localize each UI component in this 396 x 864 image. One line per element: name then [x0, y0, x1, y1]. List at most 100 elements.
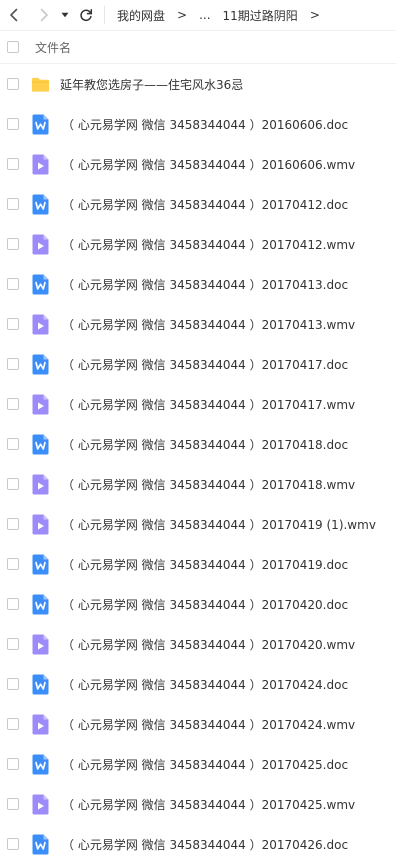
row-checkbox[interactable]: [7, 598, 19, 610]
file-name[interactable]: （ 心元易学网 微信 3458344044 ）20170420.doc: [62, 596, 348, 613]
video-file-icon: [31, 713, 50, 735]
file-name[interactable]: （ 心元易学网 微信 3458344044 ）20160606.wmv: [62, 156, 355, 173]
word-doc-icon: [31, 553, 50, 575]
caret-down-icon: [61, 12, 69, 18]
column-header-filename[interactable]: 文件名: [35, 39, 71, 56]
video-file-icon: [31, 513, 50, 535]
video-file-icon: [31, 793, 50, 815]
toolbar: 我的网盘 > ... 11期过路阴阳 >: [0, 0, 396, 31]
file-name[interactable]: （ 心元易学网 微信 3458344044 ）20170419 (1).wmv: [62, 516, 376, 533]
file-row[interactable]: （ 心元易学网 微信 3458344044 ）20160606.doc: [0, 104, 396, 144]
row-checkbox[interactable]: [7, 798, 19, 810]
file-name[interactable]: （ 心元易学网 微信 3458344044 ）20170417.wmv: [62, 396, 355, 413]
video-file-icon: [31, 393, 50, 415]
file-row[interactable]: （ 心元易学网 微信 3458344044 ）20170419 (1).wmv: [0, 504, 396, 544]
row-checkbox[interactable]: [7, 718, 19, 730]
row-checkbox[interactable]: [7, 78, 19, 90]
row-checkbox[interactable]: [7, 518, 19, 530]
row-checkbox[interactable]: [7, 118, 19, 130]
file-row[interactable]: （ 心元易学网 微信 3458344044 ）20170424.wmv: [0, 704, 396, 744]
toolbar-divider: [104, 6, 105, 24]
folder-row[interactable]: 延年教您选房子——住宅风水36忌: [0, 64, 396, 104]
file-name[interactable]: （ 心元易学网 微信 3458344044 ）20170418.doc: [62, 436, 348, 453]
file-name[interactable]: （ 心元易学网 微信 3458344044 ）20170424.doc: [62, 676, 348, 693]
chevron-right-icon: [40, 8, 48, 22]
word-doc-icon: [31, 833, 50, 855]
row-checkbox[interactable]: [7, 198, 19, 210]
file-row[interactable]: （ 心元易学网 微信 3458344044 ）20170412.wmv: [0, 224, 396, 264]
row-checkbox[interactable]: [7, 438, 19, 450]
row-checkbox[interactable]: [7, 398, 19, 410]
row-checkbox[interactable]: [7, 558, 19, 570]
refresh-button[interactable]: [74, 0, 98, 30]
file-name[interactable]: （ 心元易学网 微信 3458344044 ）20170418.wmv: [62, 476, 355, 493]
chevron-left-icon: [10, 8, 18, 22]
breadcrumb: 我的网盘 > ... 11期过路阴阳 >: [117, 7, 332, 24]
breadcrumb-root[interactable]: 我的网盘: [117, 7, 165, 24]
file-row[interactable]: （ 心元易学网 微信 3458344044 ）20170413.wmv: [0, 304, 396, 344]
file-row[interactable]: （ 心元易学网 微信 3458344044 ）20170424.doc: [0, 664, 396, 704]
row-checkbox[interactable]: [7, 238, 19, 250]
row-checkbox[interactable]: [7, 158, 19, 170]
file-row[interactable]: （ 心元易学网 微信 3458344044 ）20170425.wmv: [0, 784, 396, 824]
word-doc-icon: [31, 353, 50, 375]
file-row[interactable]: （ 心元易学网 微信 3458344044 ）20170417.doc: [0, 344, 396, 384]
word-doc-icon: [31, 593, 50, 615]
file-row[interactable]: （ 心元易学网 微信 3458344044 ）20170420.doc: [0, 584, 396, 624]
file-row[interactable]: （ 心元易学网 微信 3458344044 ）20170412.doc: [0, 184, 396, 224]
file-name[interactable]: （ 心元易学网 微信 3458344044 ）20160606.doc: [62, 116, 348, 133]
video-file-icon: [31, 473, 50, 495]
row-checkbox[interactable]: [7, 638, 19, 650]
history-dropdown-button[interactable]: [58, 0, 72, 30]
file-name[interactable]: （ 心元易学网 微信 3458344044 ）20170412.wmv: [62, 236, 355, 253]
video-file-icon: [31, 153, 50, 175]
folder-icon: [31, 73, 50, 95]
file-name[interactable]: （ 心元易学网 微信 3458344044 ）20170425.doc: [62, 756, 348, 773]
file-name[interactable]: （ 心元易学网 微信 3458344044 ）20170413.doc: [62, 276, 348, 293]
file-name[interactable]: （ 心元易学网 微信 3458344044 ）20170425.wmv: [62, 796, 355, 813]
file-row[interactable]: （ 心元易学网 微信 3458344044 ）20170418.doc: [0, 424, 396, 464]
word-doc-icon: [31, 753, 50, 775]
file-row[interactable]: （ 心元易学网 微信 3458344044 ）20170420.wmv: [0, 624, 396, 664]
file-name[interactable]: （ 心元易学网 微信 3458344044 ）20170426.doc: [62, 836, 348, 853]
row-checkbox[interactable]: [7, 758, 19, 770]
file-name[interactable]: （ 心元易学网 微信 3458344044 ）20170419.doc: [62, 556, 348, 573]
row-checkbox[interactable]: [7, 318, 19, 330]
video-file-icon: [31, 633, 50, 655]
row-checkbox[interactable]: [7, 678, 19, 690]
word-doc-icon: [31, 433, 50, 455]
breadcrumb-ellipsis[interactable]: ...: [199, 8, 210, 22]
row-checkbox[interactable]: [7, 478, 19, 490]
breadcrumb-current[interactable]: 11期过路阴阳: [223, 7, 298, 24]
list-header: 文件名: [0, 31, 396, 64]
word-doc-icon: [31, 193, 50, 215]
file-row[interactable]: （ 心元易学网 微信 3458344044 ）20170425.doc: [0, 744, 396, 784]
select-all-checkbox[interactable]: [7, 41, 19, 53]
video-file-icon: [31, 313, 50, 335]
breadcrumb-separator: >: [309, 8, 320, 22]
file-row[interactable]: （ 心元易学网 微信 3458344044 ）20170426.doc: [0, 824, 396, 864]
file-name[interactable]: （ 心元易学网 微信 3458344044 ）20170420.wmv: [62, 636, 355, 653]
word-doc-icon: [31, 113, 50, 135]
row-checkbox[interactable]: [7, 278, 19, 290]
row-checkbox[interactable]: [7, 838, 19, 850]
file-name[interactable]: （ 心元易学网 微信 3458344044 ）20170413.wmv: [62, 316, 355, 333]
file-row[interactable]: （ 心元易学网 微信 3458344044 ）20170413.doc: [0, 264, 396, 304]
forward-button[interactable]: [32, 0, 56, 30]
video-file-icon: [31, 233, 50, 255]
file-name[interactable]: （ 心元易学网 微信 3458344044 ）20170417.doc: [62, 356, 348, 373]
file-list: 延年教您选房子——住宅风水36忌 （ 心元易学网 微信 3458344044 ）2…: [0, 64, 396, 864]
file-row[interactable]: （ 心元易学网 微信 3458344044 ）20170418.wmv: [0, 464, 396, 504]
file-row[interactable]: （ 心元易学网 微信 3458344044 ）20160606.wmv: [0, 144, 396, 184]
refresh-icon: [80, 9, 93, 21]
file-row[interactable]: （ 心元易学网 微信 3458344044 ）20170417.wmv: [0, 384, 396, 424]
file-name[interactable]: （ 心元易学网 微信 3458344044 ）20170424.wmv: [62, 716, 355, 733]
file-name[interactable]: 延年教您选房子——住宅风水36忌: [60, 76, 243, 93]
breadcrumb-separator: >: [177, 8, 188, 22]
word-doc-icon: [31, 673, 50, 695]
word-doc-icon: [31, 273, 50, 295]
row-checkbox[interactable]: [7, 358, 19, 370]
back-button[interactable]: [2, 0, 26, 30]
file-row[interactable]: （ 心元易学网 微信 3458344044 ）20170419.doc: [0, 544, 396, 584]
file-name[interactable]: （ 心元易学网 微信 3458344044 ）20170412.doc: [62, 196, 348, 213]
